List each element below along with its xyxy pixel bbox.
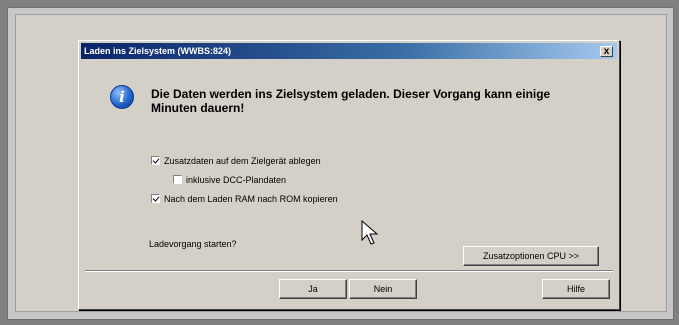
dialog-message: Die Daten werden ins Zielsystem geladen.… bbox=[151, 87, 551, 115]
load-dialog: Laden ins Zielsystem (WWBS:824) x i Die … bbox=[78, 40, 620, 310]
close-button[interactable]: x bbox=[600, 46, 613, 57]
option-label: inklusive DCC-Plandaten bbox=[186, 175, 287, 185]
option-ram-rom[interactable]: Nach dem Laden RAM nach ROM kopieren bbox=[151, 193, 338, 205]
no-button[interactable]: Nein bbox=[349, 279, 417, 299]
dialog-title: Laden ins Zielsystem (WWBS:824) bbox=[84, 46, 232, 56]
option-label: Nach dem Laden RAM nach ROM kopieren bbox=[164, 194, 338, 204]
mouse-cursor-icon bbox=[361, 220, 379, 245]
checkbox-ram-rom[interactable] bbox=[151, 194, 160, 203]
separator bbox=[85, 270, 613, 272]
info-icon: i bbox=[110, 85, 134, 109]
option-zusatzdaten[interactable]: Zusatzdaten auf dem Zielgerät ablegen bbox=[151, 155, 321, 167]
checkbox-dcc-plandaten[interactable] bbox=[173, 175, 182, 184]
dialog-titlebar[interactable]: Laden ins Zielsystem (WWBS:824) x bbox=[81, 43, 617, 59]
close-icon: x bbox=[603, 46, 610, 57]
option-dcc-plandaten[interactable]: inklusive DCC-Plandaten bbox=[173, 174, 286, 186]
yes-button[interactable]: Ja bbox=[279, 279, 347, 299]
cpu-options-button[interactable]: Zusatzoptionen CPU >> bbox=[463, 246, 599, 266]
checkbox-zusatzdaten[interactable] bbox=[151, 156, 160, 165]
option-label: Zusatzdaten auf dem Zielgerät ablegen bbox=[164, 156, 321, 166]
help-button[interactable]: Hilfe bbox=[542, 279, 610, 299]
prompt-text: Ladevorgang starten? bbox=[149, 239, 237, 249]
